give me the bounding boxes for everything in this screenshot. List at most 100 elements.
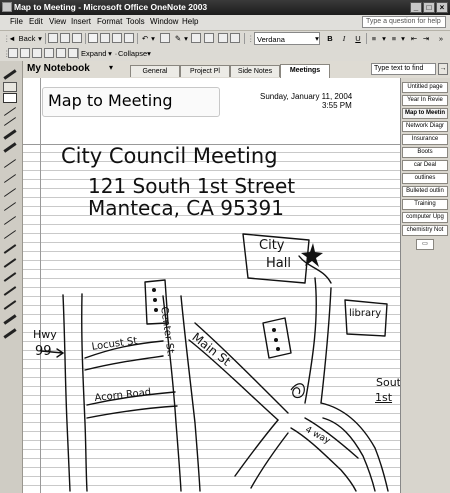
selection-tool-icon[interactable] <box>191 33 201 43</box>
page-tab-network-diagram[interactable]: Network Diagr <box>402 121 448 132</box>
new-page-icon[interactable] <box>48 33 58 43</box>
pen-icon[interactable] <box>3 300 17 310</box>
notebook-title[interactable]: My Notebook <box>27 63 90 74</box>
expand-button[interactable]: Expand <box>81 47 109 60</box>
onenote-app-icon[interactable] <box>2 2 12 12</box>
research-icon[interactable] <box>230 33 240 43</box>
font-name-field[interactable]: Verdana <box>254 32 320 45</box>
page-tab-car-deal[interactable]: car Deal <box>402 160 448 171</box>
promote-icon[interactable] <box>56 48 66 58</box>
page-tab-training[interactable]: Training <box>402 199 448 210</box>
print-icon[interactable] <box>60 33 70 43</box>
menu-help[interactable]: Help <box>182 17 198 26</box>
hide-levels-icon[interactable] <box>8 48 18 58</box>
collapse-button[interactable]: Collapse <box>118 47 148 60</box>
pen-icon[interactable] <box>3 314 17 325</box>
zoom-icon[interactable] <box>218 33 228 43</box>
page-tab-outlines[interactable]: outlines <box>402 173 448 184</box>
page-tab-boots[interactable]: Boots <box>402 147 448 158</box>
cut-icon[interactable] <box>100 33 110 43</box>
menu-view[interactable]: View <box>49 17 66 26</box>
pen-icon[interactable] <box>3 174 17 183</box>
numbering-dropdown-icon[interactable]: ▾ <box>381 32 387 45</box>
menu-insert[interactable]: Insert <box>71 17 91 26</box>
page-tab-year-in-review[interactable]: Year In Revie <box>402 95 448 106</box>
selection-tool-icon[interactable] <box>3 82 17 92</box>
bullets-icon[interactable]: ≡ <box>389 32 399 45</box>
pen-icon[interactable] <box>3 69 17 80</box>
ink-city-hall-line1[interactable]: City <box>259 238 284 253</box>
pen-icon[interactable] <box>3 188 17 197</box>
small-pen-icon[interactable] <box>3 117 17 126</box>
ink-hwy[interactable]: Hwy <box>33 328 57 341</box>
menu-format[interactable]: Format <box>97 17 122 26</box>
pen-icon[interactable] <box>3 272 17 282</box>
section-tab-general[interactable]: General <box>130 65 180 77</box>
numbering-icon[interactable]: ≡ <box>369 32 379 45</box>
attach-icon[interactable] <box>160 33 170 43</box>
rule-lines-icon[interactable] <box>88 33 98 43</box>
eraser-icon[interactable] <box>204 33 214 43</box>
minimize-button[interactable]: _ <box>410 2 422 13</box>
notebook-dropdown-icon[interactable]: ▾ <box>109 63 113 72</box>
marker-icon[interactable] <box>3 129 17 140</box>
menu-edit[interactable]: Edit <box>29 17 43 26</box>
back-dropdown-icon[interactable]: ▾ <box>37 32 43 45</box>
pen-icon[interactable] <box>3 328 17 339</box>
toolbar-options-icon[interactable]: » <box>436 32 446 45</box>
italic-button[interactable]: I <box>339 32 349 45</box>
ink-south[interactable]: South <box>376 376 400 389</box>
page-tab-untitled-page[interactable]: Untitled page <box>402 82 448 93</box>
undo-dropdown-icon[interactable]: ▾ <box>150 32 156 45</box>
expand-dropdown-icon[interactable]: ▾ <box>107 47 113 60</box>
move-up-icon[interactable] <box>32 48 42 58</box>
print-preview-icon[interactable] <box>72 33 82 43</box>
back-button[interactable]: Back <box>17 32 37 45</box>
note-page[interactable]: Map to Meeting Sunday, January 11, 2004 … <box>23 78 401 493</box>
ink-library[interactable]: library <box>349 308 381 319</box>
ink-first[interactable]: 1st <box>375 391 392 404</box>
font-dropdown-icon[interactable]: ▾ <box>314 32 320 45</box>
show-levels-icon[interactable] <box>20 48 30 58</box>
pen-icon[interactable] <box>3 258 17 268</box>
close-button[interactable]: × <box>436 2 448 13</box>
type-selection-icon[interactable] <box>3 93 17 103</box>
paste-icon[interactable] <box>124 33 134 43</box>
pen-icon[interactable] <box>3 230 17 239</box>
ink-city-hall-line2[interactable]: Hall <box>266 256 291 271</box>
menu-tools[interactable]: Tools <box>126 17 145 26</box>
bold-button[interactable]: B <box>325 32 335 45</box>
undo-icon[interactable]: ↶ <box>140 32 150 45</box>
pen-icon[interactable]: ✎ <box>173 32 183 45</box>
pen-icon[interactable] <box>3 216 17 225</box>
page-tab-computer-upgrade[interactable]: computer Upg <box>402 212 448 223</box>
pen-icon[interactable] <box>3 244 17 254</box>
copy-icon[interactable] <box>112 33 122 43</box>
pen-icon[interactable] <box>3 286 17 296</box>
menu-window[interactable]: Window <box>150 17 178 26</box>
help-search-input[interactable]: Type a question for help <box>362 16 446 28</box>
section-tab-project-plan[interactable]: Project Pl <box>180 65 230 77</box>
page-tab-insurance[interactable]: Insurance <box>402 134 448 145</box>
menu-file[interactable]: File <box>10 17 23 26</box>
page-tab-bulleted-outline[interactable]: Bulleted outlin <box>402 186 448 197</box>
collapse-dropdown-icon[interactable]: ▾ <box>146 47 152 60</box>
ink-map-drawing[interactable] <box>23 78 400 493</box>
page-tab-chemistry-notes[interactable]: chemistry Not <box>402 225 448 236</box>
eraser-icon[interactable] <box>3 107 17 116</box>
maximize-button[interactable]: □ <box>423 2 435 13</box>
increase-indent-icon[interactable]: ⇥ <box>421 32 431 45</box>
highlighter-icon[interactable] <box>3 142 17 153</box>
back-arrow-icon[interactable]: ◄ <box>8 32 16 45</box>
pen-icon[interactable] <box>3 202 17 211</box>
new-page-icon[interactable]: ▭ <box>416 239 434 250</box>
section-tab-side-notes[interactable]: Side Notes <box>230 65 280 77</box>
underline-button[interactable]: U <box>353 32 363 45</box>
bullets-dropdown-icon[interactable]: ▾ <box>400 32 406 45</box>
find-input[interactable]: Type text to find <box>371 63 436 75</box>
find-go-icon[interactable]: → <box>438 63 448 75</box>
demote-icon[interactable] <box>68 48 78 58</box>
ink-hwy-number[interactable]: 99 <box>35 344 52 359</box>
pen-icon[interactable] <box>3 159 17 168</box>
page-tab-map-to-meeting[interactable]: Map to Meetin <box>402 108 448 119</box>
